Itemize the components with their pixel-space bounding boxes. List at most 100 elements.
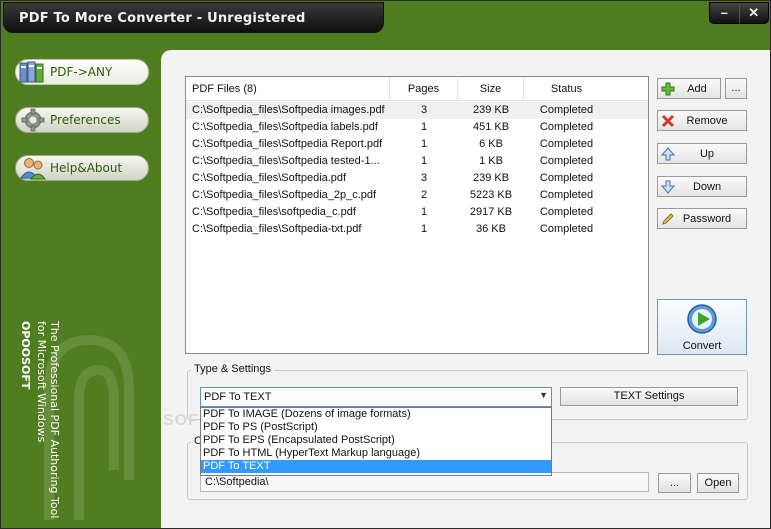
- table-row[interactable]: C:\Softpedia_files\Softpedia.pdf 3 239 KB C…: [186, 170, 648, 187]
- table-row[interactable]: C:\Softpedia_files\softpedia_c.pdf 1 2917 …: [186, 204, 648, 221]
- users-icon: [16, 155, 50, 181]
- sidebar-item-help-about[interactable]: Help&About: [15, 155, 149, 181]
- output-type-dropdown: PDF To IMAGE (Dozens of image formats) P…: [200, 407, 552, 476]
- password-label: Password: [682, 212, 732, 225]
- size-cell: 1 KB: [479, 155, 503, 167]
- pages-cell: 1: [420, 206, 428, 218]
- add-label: Add: [687, 82, 707, 95]
- size-cell: 5223 KB: [469, 189, 513, 201]
- status-cell: Completed: [539, 223, 594, 235]
- sidebar-item-preferences[interactable]: Preferences: [15, 107, 149, 133]
- tagline-line-1: The Professional PDF Authoring Tool: [48, 321, 61, 519]
- file-rows: C:\Softpedia_files\Softpedia images.pdf 3…: [186, 102, 648, 238]
- file-name-cell: C:\Softpedia_files\Softpedia Report.pdf: [192, 138, 383, 150]
- status-cell: Completed: [539, 189, 594, 201]
- column-header-status[interactable]: Status: [524, 77, 609, 100]
- table-row[interactable]: C:\Softpedia_files\Softpedia labels.pdf 1…: [186, 119, 648, 136]
- size-cell: 239 KB: [472, 172, 510, 184]
- tagline-line-2: for Microsoft Windows: [35, 321, 48, 443]
- window-title: PDF To More Converter - Unregistered: [19, 11, 306, 26]
- size-cell: 239 KB: [472, 104, 510, 116]
- play-circle-icon: [686, 303, 718, 338]
- size-cell: 451 KB: [472, 121, 510, 133]
- table-row[interactable]: C:\Softpedia_files\Softpedia tested-1...…: [186, 153, 648, 170]
- sidebar: PDF->ANY Preferences Help&About The Prof…: [1, 35, 161, 528]
- dropdown-option[interactable]: PDF To IMAGE (Dozens of image formats): [201, 408, 551, 421]
- table-row[interactable]: C:\Softpedia_files\Softpedia Report.pdf 1…: [186, 136, 648, 153]
- move-down-button[interactable]: Down: [657, 176, 747, 197]
- pdf-file-list[interactable]: PDF Files (8) Pages Size Status C:\Softp…: [185, 76, 649, 354]
- close-button[interactable]: ✕: [738, 3, 769, 23]
- sidebar-item-label: Help&About: [50, 161, 123, 175]
- remove-button[interactable]: Remove: [657, 110, 747, 131]
- browse-button[interactable]: ...: [658, 473, 691, 493]
- file-name-cell: C:\Softpedia_files\softpedia_c.pdf: [192, 206, 356, 218]
- file-name-cell: C:\Softpedia_files\Softpedia images.pdf: [192, 104, 385, 116]
- list-header: PDF Files (8) Pages Size Status: [186, 77, 648, 101]
- chevron-down-icon: ▼: [539, 390, 548, 400]
- status-cell: Completed: [539, 206, 594, 218]
- gear-icon: [16, 107, 50, 133]
- status-cell: Completed: [539, 121, 594, 133]
- remove-label: Remove: [686, 114, 728, 127]
- pages-cell: 1: [420, 138, 428, 150]
- status-cell: Completed: [539, 104, 594, 116]
- output-type-value: PDF To TEXT: [204, 391, 272, 403]
- main-panel: PDF Files (8) Pages Size Status C:\Softp…: [161, 50, 770, 528]
- minimize-button[interactable]: –: [710, 3, 739, 23]
- up-label: Up: [699, 147, 715, 160]
- table-row[interactable]: C:\Softpedia_files\Softpedia_2p_c.pdf 2 52…: [186, 187, 648, 204]
- pdf-stack-icon: [16, 59, 50, 85]
- status-cell: Completed: [539, 138, 594, 150]
- move-up-button[interactable]: Up: [657, 143, 747, 164]
- size-cell: 6 KB: [479, 138, 503, 150]
- text-settings-button[interactable]: TEXT Settings: [560, 387, 738, 406]
- window-controls: – ✕: [709, 2, 769, 24]
- brand-name: OPOOSOFT: [19, 321, 32, 390]
- dropdown-option[interactable]: PDF To PS (PostScript): [201, 421, 551, 434]
- file-name-cell: C:\Softpedia_files\Softpedia tested-1...: [192, 155, 380, 167]
- convert-button[interactable]: Convert: [657, 299, 747, 355]
- down-label: Down: [692, 180, 722, 193]
- sidebar-item-label: PDF->ANY: [50, 65, 113, 79]
- pages-cell: 2: [420, 189, 428, 201]
- table-row[interactable]: C:\Softpedia_files\Softpedia-txt.pdf 1 36 …: [186, 221, 648, 238]
- remove-x-icon: [658, 111, 678, 130]
- add-options-button[interactable]: ...: [725, 78, 747, 99]
- softpedia-watermark: SOF: [163, 412, 199, 429]
- column-header-pages[interactable]: Pages: [390, 77, 458, 100]
- column-header-size[interactable]: Size: [458, 77, 524, 100]
- dropdown-option[interactable]: PDF To HTML (HyperText Markup language): [201, 447, 551, 460]
- sidebar-item-pdf-any[interactable]: PDF->ANY: [15, 59, 149, 85]
- brand-vertical-text: The Professional PDF Authoring Tool for …: [19, 321, 61, 521]
- status-cell: Completed: [539, 155, 594, 167]
- file-name-cell: C:\Softpedia_files\Softpedia.pdf: [192, 172, 347, 184]
- file-name-cell: C:\Softpedia_files\Softpedia-txt.pdf: [192, 223, 362, 235]
- pages-cell: 3: [420, 172, 428, 184]
- app-window: PDF To More Converter - Unregistered – ✕…: [0, 0, 771, 529]
- pencil-icon: [658, 209, 678, 228]
- pages-cell: 1: [420, 121, 428, 133]
- convert-label: Convert: [682, 340, 722, 352]
- password-button[interactable]: Password: [657, 208, 747, 229]
- pages-cell: 3: [420, 104, 428, 116]
- pages-cell: 1: [420, 223, 428, 235]
- file-name-cell: C:\Softpedia_files\Softpedia_2p_c.pdf: [192, 189, 377, 201]
- dropdown-option[interactable]: PDF To EPS (Encapsulated PostScript): [201, 434, 551, 447]
- add-button[interactable]: Add: [657, 78, 721, 99]
- plus-icon: [658, 79, 678, 98]
- output-type-select[interactable]: PDF To TEXT ▼: [200, 387, 552, 407]
- file-name-cell: C:\Softpedia_files\Softpedia labels.pdf: [192, 121, 378, 133]
- table-row[interactable]: C:\Softpedia_files\Softpedia images.pdf 3…: [186, 102, 648, 119]
- column-header-files[interactable]: PDF Files (8): [186, 77, 390, 100]
- arrow-down-icon: [658, 177, 678, 196]
- status-cell: Completed: [539, 172, 594, 184]
- pages-cell: 1: [420, 155, 428, 167]
- open-folder-button[interactable]: Open: [697, 473, 739, 493]
- size-cell: 2917 KB: [469, 206, 513, 218]
- title-pill: PDF To More Converter - Unregistered: [3, 2, 384, 33]
- title-bar: PDF To More Converter - Unregistered – ✕: [1, 1, 770, 35]
- size-cell: 36 KB: [476, 223, 506, 235]
- sidebar-item-label: Preferences: [50, 113, 121, 127]
- dropdown-option-selected[interactable]: PDF To TEXT: [201, 460, 551, 473]
